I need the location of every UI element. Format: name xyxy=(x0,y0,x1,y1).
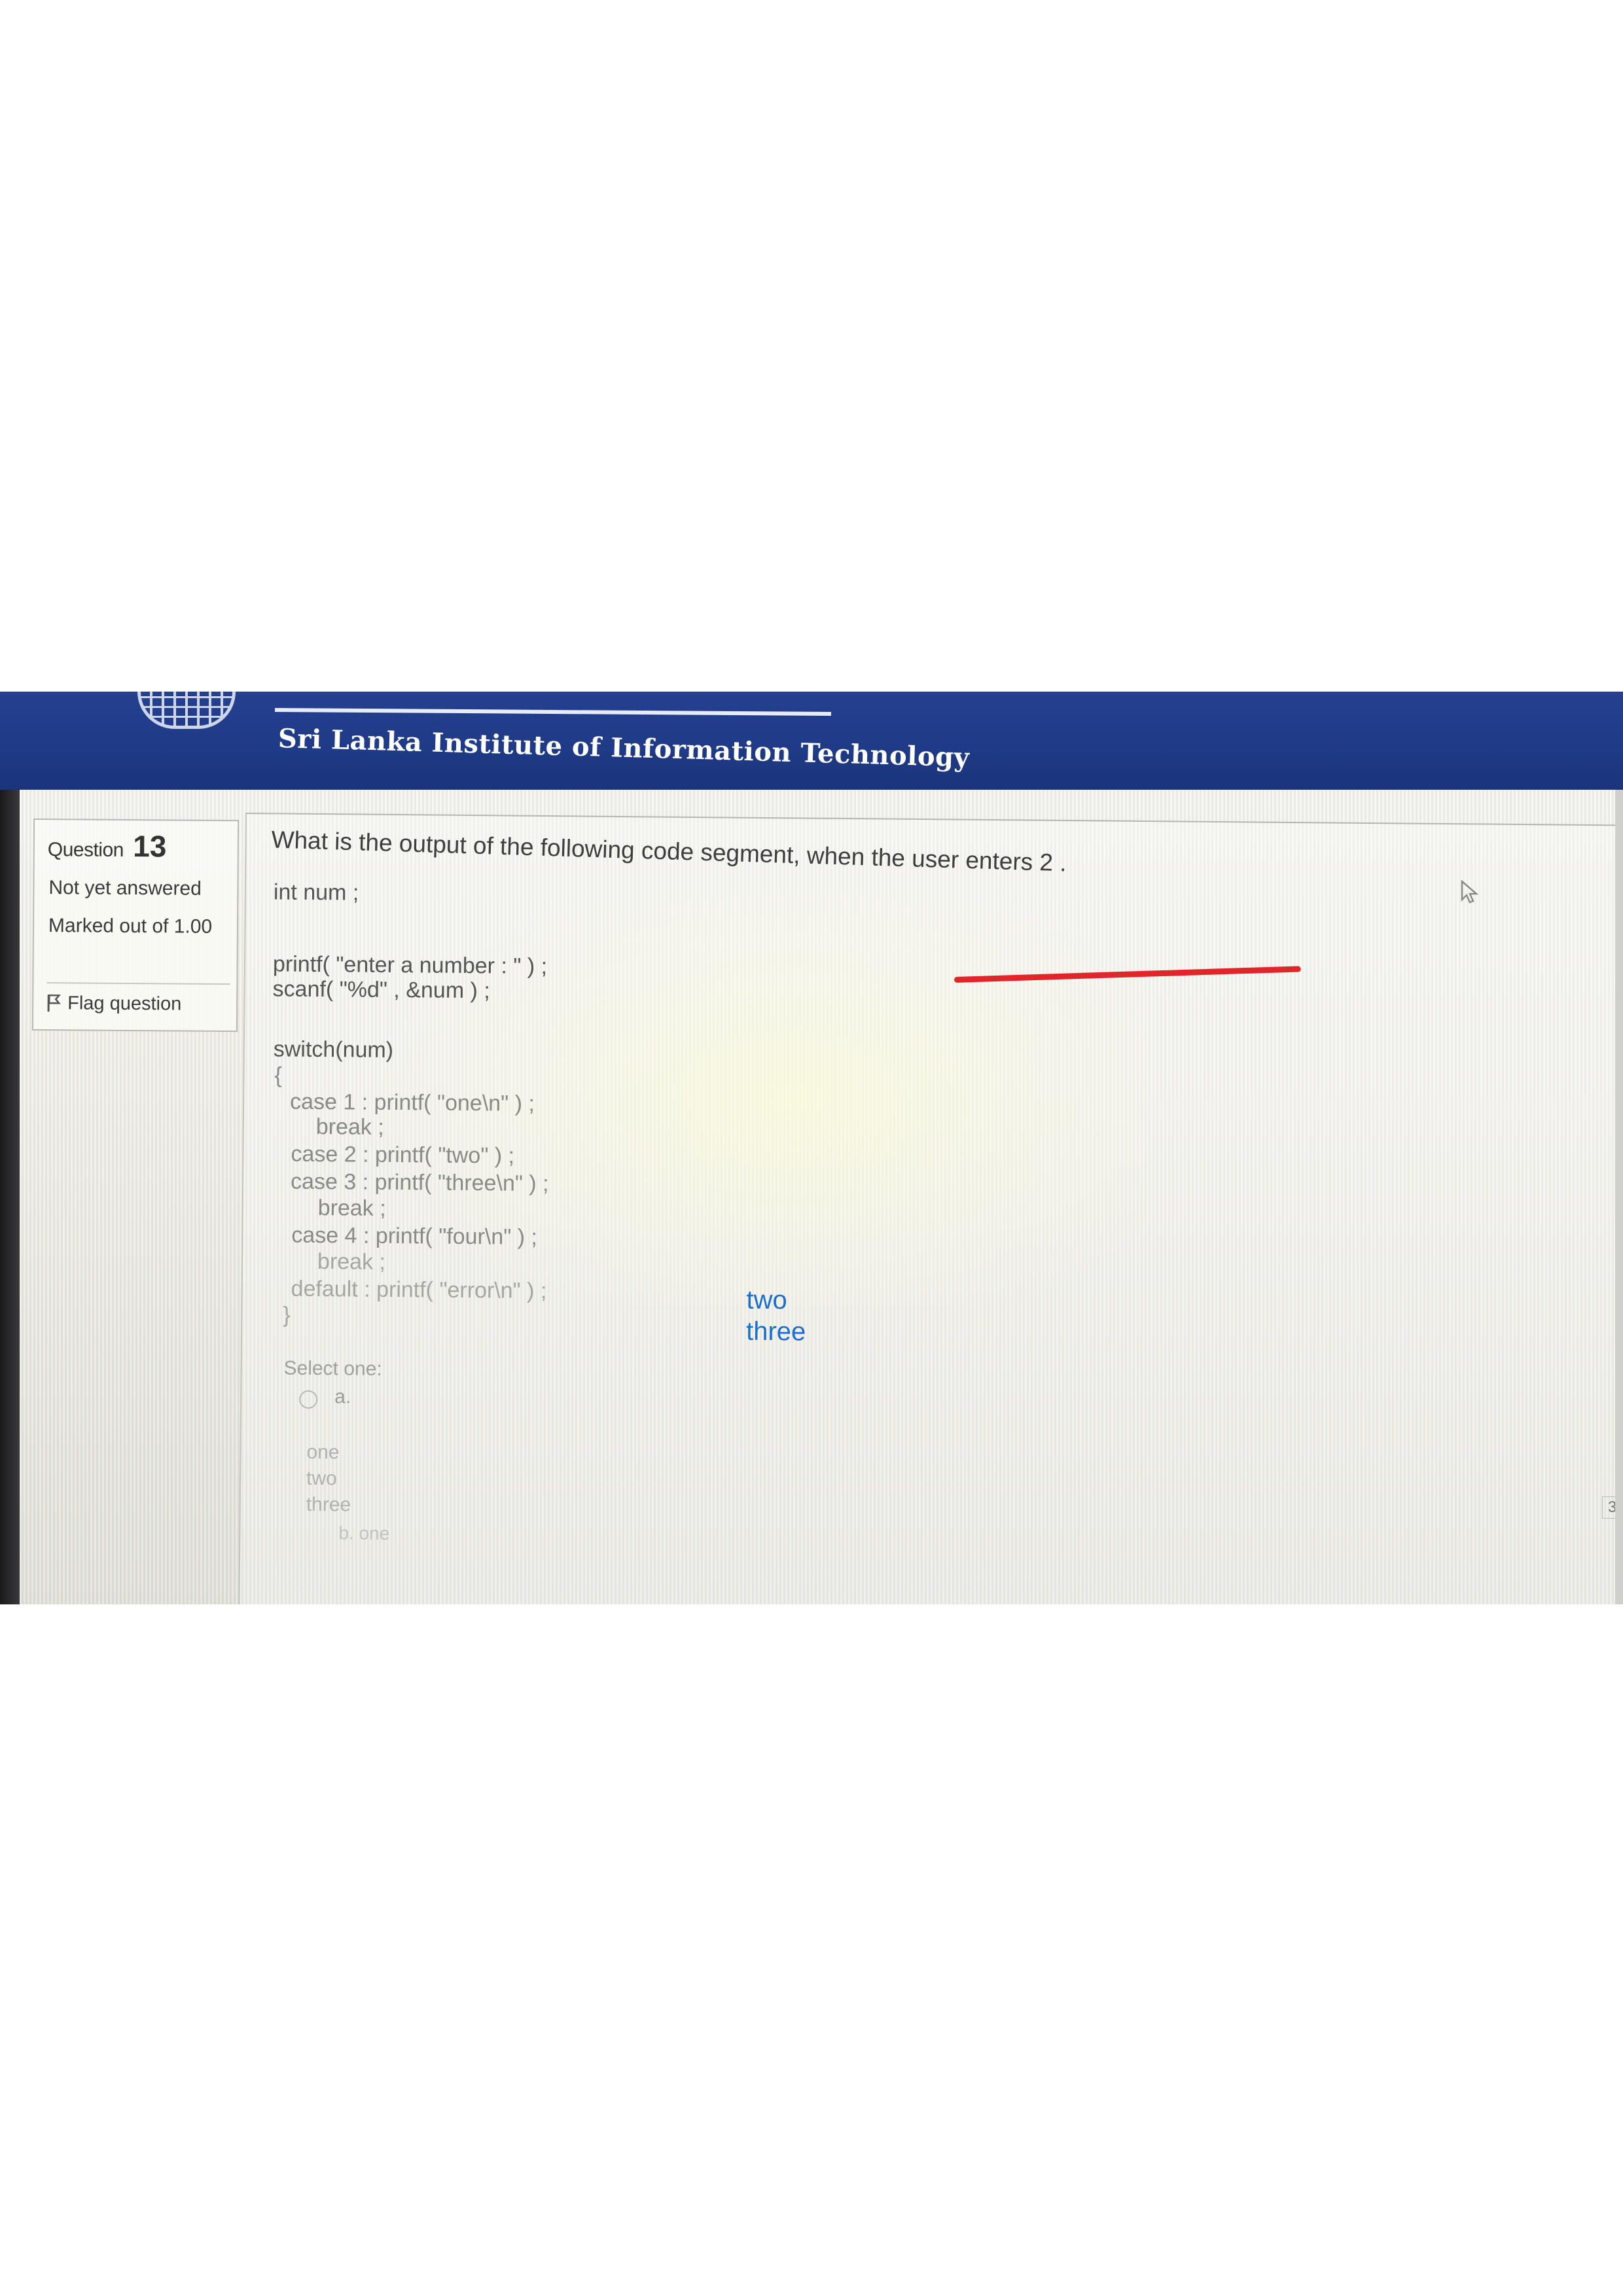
code-line: default : printf( "error\n" ) ; xyxy=(291,1276,547,1304)
code-line: case 1 : printf( "one\n" ) ; xyxy=(289,1089,535,1116)
question-panel: What is the output of the following code… xyxy=(238,813,1623,1604)
code-line: int num ; xyxy=(273,879,359,906)
handwritten-answer: two three xyxy=(746,1284,806,1348)
screen-bezel-right xyxy=(1615,790,1623,1604)
flag-question-label: Flag question xyxy=(67,992,182,1014)
question-number: Question 13 xyxy=(48,828,167,864)
code-line: { xyxy=(274,1063,283,1088)
institution-name: Sri Lanka Institute of Information Techn… xyxy=(277,723,970,773)
option-a-line: two xyxy=(306,1467,337,1490)
select-one-prompt: Select one: xyxy=(283,1357,382,1380)
flag-question-link[interactable]: Flag question xyxy=(46,982,230,1021)
code-line: case 3 : printf( "three\n" ) ; xyxy=(290,1169,549,1197)
option-b[interactable]: b. one xyxy=(338,1523,389,1544)
code-line: case 2 : printf( "two" ) ; xyxy=(291,1141,515,1169)
code-line: break ; xyxy=(317,1248,386,1275)
monitor-photo: Sri Lanka Institute of Information Techn… xyxy=(0,692,1623,1604)
code-line: case 4 : printf( "four\n" ) ; xyxy=(291,1222,538,1250)
marks-info: Marked out of 1.00 xyxy=(48,915,213,938)
option-a-line: three xyxy=(306,1493,351,1516)
question-number-value: 13 xyxy=(133,828,167,864)
answer-status: Not yet answered xyxy=(48,877,202,900)
code-line: scanf( "%d" , &num ) ; xyxy=(272,976,490,1004)
code-line: printf( "enter a number : " ) ; xyxy=(272,951,548,980)
code-line: break ; xyxy=(317,1195,386,1221)
option-a-line: one xyxy=(306,1441,340,1464)
code-line: } xyxy=(283,1302,291,1328)
option-a-radio[interactable] xyxy=(299,1390,318,1409)
code-line: switch(num) xyxy=(273,1036,394,1063)
question-text: What is the output of the following code… xyxy=(271,826,1067,877)
flag-icon xyxy=(46,993,61,1013)
screen-bezel-left xyxy=(0,790,20,1604)
quiz-page: Question 13 Not yet answered Marked out … xyxy=(20,790,1623,1604)
code-line: break ; xyxy=(315,1114,384,1140)
question-label: Question xyxy=(47,839,124,861)
answer-line: three xyxy=(745,1316,806,1347)
question-info-box: Question 13 Not yet answered Marked out … xyxy=(31,818,240,1033)
banner-divider xyxy=(274,708,832,716)
answer-line: two xyxy=(746,1285,787,1315)
header-banner: Sri Lanka Institute of Information Techn… xyxy=(0,692,1623,790)
option-a-letter: a. xyxy=(334,1386,351,1408)
institute-logo-icon xyxy=(137,692,236,729)
